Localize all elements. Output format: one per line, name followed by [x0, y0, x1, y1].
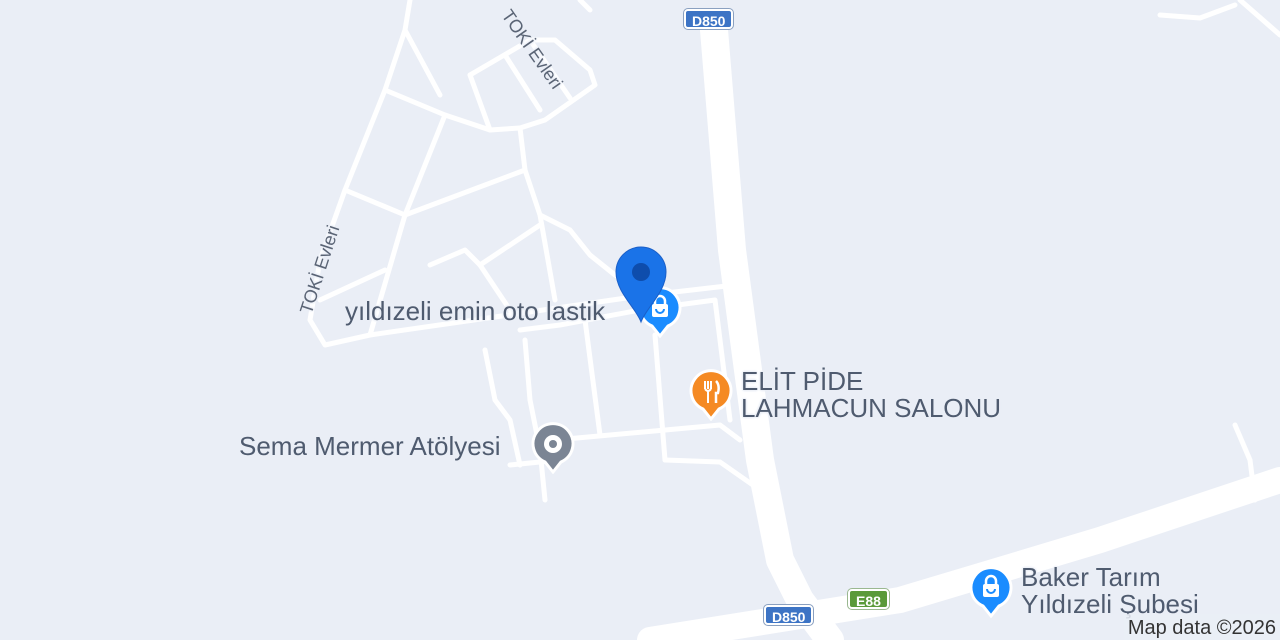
poi-marker-sema-mermer[interactable] — [530, 420, 576, 475]
map-attribution: Map data ©2026 — [1123, 614, 1280, 640]
poi-marker-elit-pide[interactable] — [688, 367, 734, 422]
poi-label-line: Baker Tarım — [1021, 562, 1161, 592]
poi-label-line: ELİT PİDE — [741, 366, 864, 396]
route-shield-d850: D850 — [684, 9, 734, 29]
poi-label-sema-mermer[interactable]: Sema Mermer Atölyesi — [239, 433, 501, 460]
place-dot-icon — [531, 422, 575, 475]
poi-label-elit-pide[interactable]: ELİT PİDE LAHMACUN SALONU — [741, 368, 1001, 422]
poi-label-baker-tarim[interactable]: Baker Tarım Yıldızeli Şubesi — [1021, 564, 1199, 618]
highway-d850 — [700, 16, 844, 640]
map-canvas[interactable]: D850 D850 E88 TOKİ Evleri TOKİ Evleri yı… — [0, 0, 1280, 640]
poi-label-emin-oto-lastik[interactable]: yıldızeli emin oto lastik — [345, 298, 605, 325]
shopping-bag-icon — [969, 566, 1013, 619]
route-shield-d850: D850 — [764, 605, 814, 625]
location-pin-icon[interactable] — [612, 244, 670, 324]
fork-knife-icon — [689, 369, 733, 422]
poi-label-line: LAHMACUN SALONU — [741, 393, 1002, 423]
poi-marker-baker-tarim[interactable] — [968, 564, 1014, 619]
route-shield-e88: E88 — [848, 589, 889, 609]
